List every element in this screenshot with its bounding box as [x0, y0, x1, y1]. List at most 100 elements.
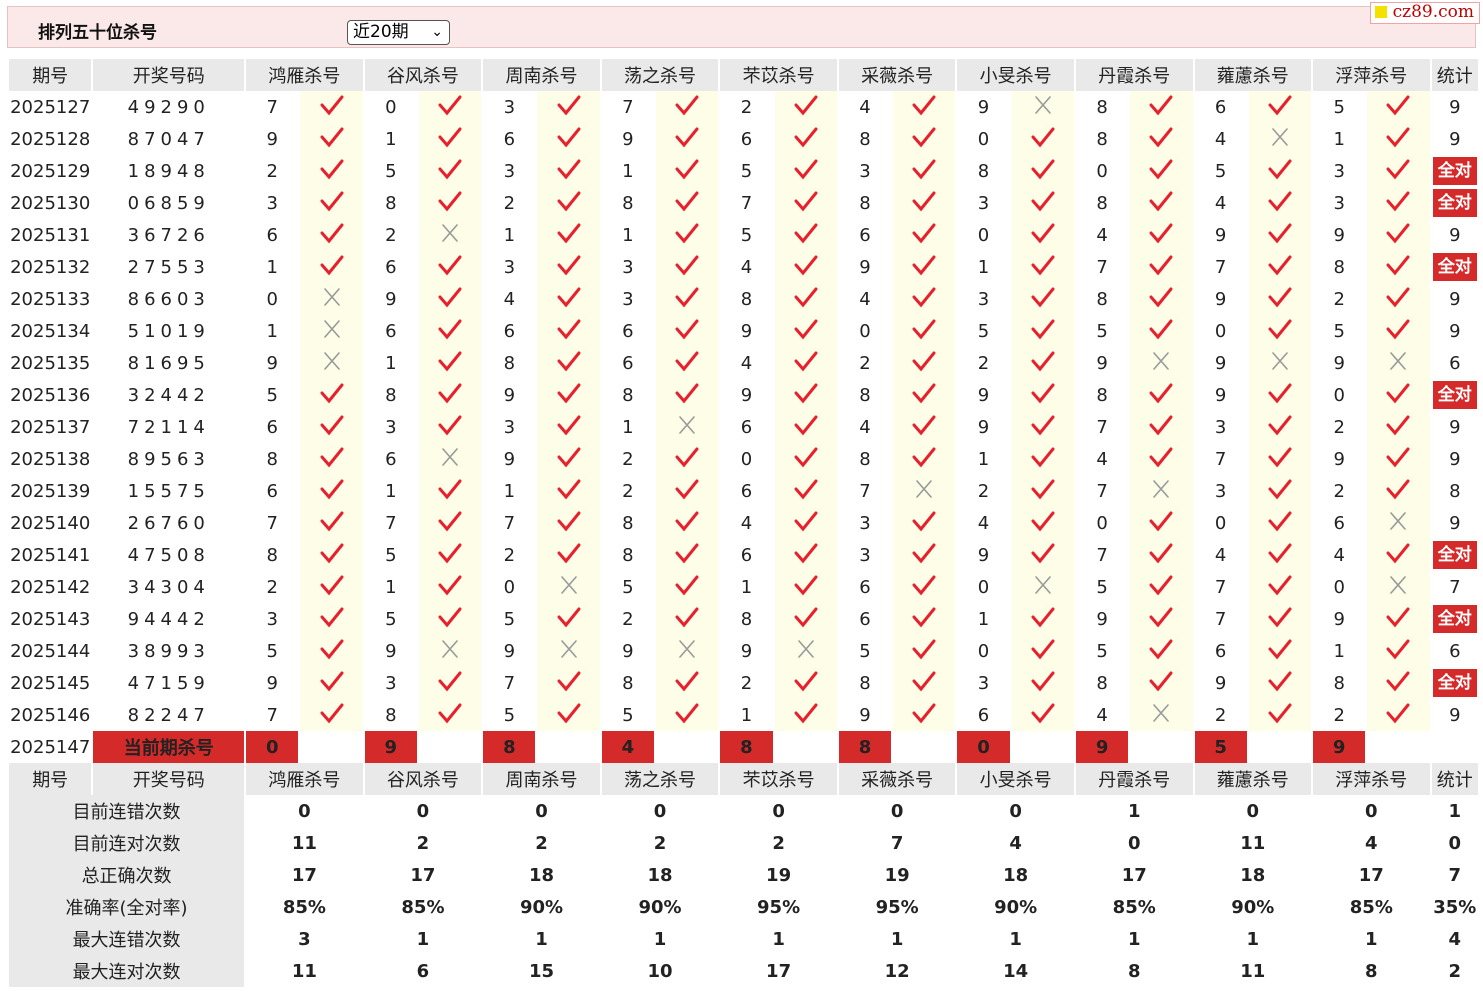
period-cell: 2025145 [10, 672, 91, 694]
kill-number-cell: 4 [1333, 544, 1345, 566]
result-mark-cell [1130, 507, 1193, 539]
column-header-expert: 蕹藘杀号 [1194, 763, 1312, 795]
result-mark-cell [656, 91, 719, 123]
kill-number-cell: 6 [1214, 640, 1227, 662]
stats-value: 3 [298, 928, 311, 950]
check-icon [1149, 671, 1173, 691]
stats-total: 1 [1448, 800, 1462, 822]
result-mark-cell [1367, 123, 1430, 155]
cross-icon [323, 351, 340, 370]
kill-number-cell: 4 [1214, 128, 1227, 150]
stats-value: 1 [772, 928, 785, 950]
table-row: 2025128 87047 9 1 6 9 6 8 0 8 4 1 9 [9, 123, 1478, 155]
result-mark-cell [1248, 475, 1312, 507]
check-icon [1386, 415, 1410, 435]
site-badge[interactable]: cz89.com [1369, 2, 1480, 24]
kill-number-cell: 3 [977, 192, 990, 214]
check-icon [557, 127, 581, 147]
check-icon [1268, 95, 1292, 115]
column-header-expert: 浮萍杀号 [1313, 763, 1430, 795]
cross-icon [1153, 351, 1170, 370]
result-mark-cell [656, 123, 719, 155]
kill-number-cell: 2 [503, 544, 516, 566]
result-mark-cell [1130, 571, 1193, 603]
column-header-expert: 芣苡杀号 [720, 763, 837, 795]
stats-value: 2 [653, 832, 667, 854]
current-kill-blank [1367, 731, 1429, 763]
kill-number-cell: 6 [977, 704, 990, 726]
result-mark-cell [1130, 539, 1193, 571]
kill-number-cell: 6 [740, 480, 753, 502]
check-icon [1149, 383, 1173, 403]
stats-value: 85% [282, 896, 326, 918]
winning-number-cell: 81695 [127, 352, 210, 374]
current-kill-number: 8 [483, 731, 536, 763]
all-correct-badge: 全对 [1432, 605, 1477, 633]
kill-number-cell: 1 [622, 224, 634, 246]
result-mark-cell [774, 123, 837, 155]
result-mark-cell [1130, 667, 1193, 699]
result-mark-cell [418, 219, 482, 251]
check-icon [912, 223, 936, 243]
check-icon [320, 223, 344, 243]
result-mark-cell [300, 283, 363, 315]
stats-row: 最大连错次数 3 1 1 1 1 1 1 1 1 1 4 [9, 923, 1478, 955]
period-cell: 2025132 [10, 256, 91, 278]
check-icon [1268, 639, 1292, 659]
result-mark-cell [1130, 635, 1193, 667]
check-icon [675, 287, 699, 307]
check-icon [1268, 223, 1292, 243]
stats-value: 18 [1240, 864, 1266, 886]
stats-value: 0 [1246, 800, 1260, 822]
winning-number-cell: 36726 [127, 224, 210, 246]
kill-number-cell: 3 [859, 544, 871, 566]
kill-number-cell: 9 [266, 128, 278, 150]
check-icon [1149, 575, 1173, 595]
check-icon [912, 543, 936, 563]
result-mark-cell [1248, 315, 1312, 347]
kill-number-cell: 9 [503, 640, 516, 662]
kill-number-cell: 0 [977, 128, 990, 150]
result-mark-cell [418, 571, 482, 603]
check-icon [320, 383, 344, 403]
kill-number-cell: 7 [1214, 448, 1227, 470]
kill-number-cell: 7 [1214, 256, 1227, 278]
check-icon [1268, 191, 1292, 211]
stats-value: 18 [528, 864, 555, 886]
stats-value: 1 [1365, 928, 1378, 950]
period-range-select[interactable]: 近20期 ⌄ [347, 20, 450, 45]
result-mark-cell [418, 283, 482, 315]
kill-number-cell: 6 [266, 416, 278, 438]
stats-value: 0 [890, 800, 904, 822]
result-mark-cell [300, 187, 363, 219]
cross-icon [442, 223, 458, 242]
current-kill-label: 当前期杀号 [93, 731, 245, 763]
result-mark-cell [1367, 379, 1430, 411]
result-mark-cell [893, 571, 956, 603]
result-mark-cell [537, 187, 600, 219]
result-mark-cell [1130, 91, 1193, 123]
kill-number-cell: 1 [385, 480, 397, 502]
kill-number-cell: 9 [977, 384, 990, 406]
check-icon [1031, 703, 1055, 723]
kill-number-cell: 9 [740, 320, 753, 342]
check-icon [1386, 159, 1410, 179]
check-icon [912, 191, 936, 211]
kill-number-cell: 4 [1214, 192, 1227, 214]
result-mark-cell [774, 283, 837, 315]
stats-row: 总正确次数 17 17 18 18 19 19 18 17 18 17 7 [9, 859, 1478, 891]
result-mark-cell [537, 123, 600, 155]
kill-number-cell: 1 [977, 608, 990, 630]
stats-value: 85% [1349, 896, 1393, 918]
kill-number-cell: 7 [266, 96, 278, 118]
check-icon [320, 415, 344, 435]
check-icon [1386, 383, 1410, 403]
check-icon [794, 575, 818, 595]
check-icon [675, 255, 699, 275]
kill-number-cell: 6 [859, 608, 871, 630]
result-mark-cell [1011, 251, 1074, 283]
stats-row: 目前连错次数 0 0 0 0 0 0 0 1 0 0 1 [9, 795, 1478, 827]
result-mark-cell [1011, 667, 1074, 699]
period-cell: 2025146 [10, 704, 91, 726]
stats-value: 90% [638, 896, 682, 918]
